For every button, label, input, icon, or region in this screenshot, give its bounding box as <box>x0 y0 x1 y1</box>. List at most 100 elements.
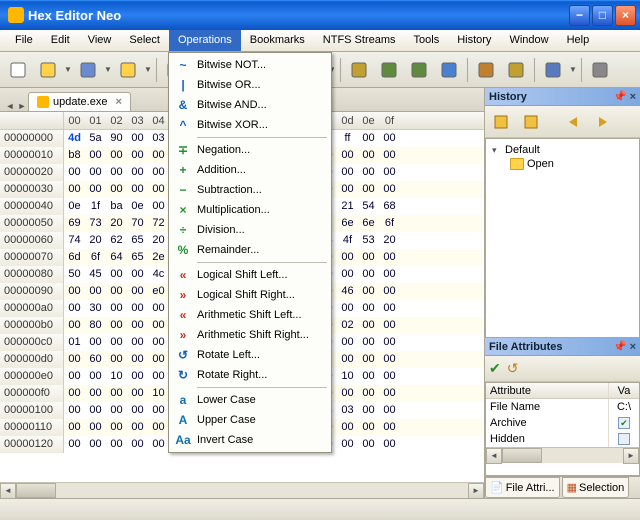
hex-byte[interactable]: b8 <box>64 147 85 164</box>
hex-byte[interactable]: 65 <box>127 232 148 249</box>
history-root[interactable]: ▾ Default <box>492 143 633 157</box>
hex-byte[interactable]: 00 <box>127 436 148 453</box>
hex-byte[interactable]: 00 <box>127 351 148 368</box>
hex-byte[interactable]: 00 <box>127 419 148 436</box>
hex-byte[interactable]: 00 <box>379 402 400 419</box>
new-button[interactable] <box>4 56 32 84</box>
encoding-button[interactable] <box>539 56 567 84</box>
hex-byte[interactable]: 00 <box>358 283 379 300</box>
hex-byte[interactable]: 00 <box>148 436 169 453</box>
history-undo-icon[interactable] <box>559 108 587 136</box>
scroll-right-button[interactable]: ► <box>623 448 639 464</box>
hex-byte[interactable]: 20 <box>148 232 169 249</box>
attribute-row[interactable]: Hidden <box>486 431 639 447</box>
hex-byte[interactable]: 00 <box>85 147 106 164</box>
fill-button[interactable] <box>502 56 530 84</box>
hex-byte[interactable]: 00 <box>337 164 358 181</box>
hex-byte[interactable]: 69 <box>64 215 85 232</box>
hex-byte[interactable]: 00 <box>127 283 148 300</box>
hex-byte[interactable]: 00 <box>64 300 85 317</box>
hex-byte[interactable]: 6f <box>85 249 106 266</box>
hex-byte[interactable]: 64 <box>106 249 127 266</box>
hex-byte[interactable]: 4c <box>148 266 169 283</box>
hex-byte[interactable]: 00 <box>148 147 169 164</box>
panel-close-icon[interactable]: × <box>630 91 636 103</box>
hex-byte[interactable]: 00 <box>85 334 106 351</box>
menu-item-bitwise-xor[interactable]: ^Bitwise XOR... <box>171 115 329 135</box>
menu-item-lower-case[interactable]: aLower Case <box>171 390 329 410</box>
file-tab-close[interactable]: × <box>115 96 121 108</box>
hex-byte[interactable]: 00 <box>106 181 127 198</box>
hex-byte[interactable]: 70 <box>127 215 148 232</box>
replace-button[interactable] <box>472 56 500 84</box>
scroll-thumb[interactable] <box>16 483 56 498</box>
hex-byte[interactable]: 01 <box>64 334 85 351</box>
menu-item-rotate-left[interactable]: ↺Rotate Left... <box>171 345 329 365</box>
menu-bookmarks[interactable]: Bookmarks <box>241 30 314 51</box>
hex-byte[interactable]: 10 <box>106 368 127 385</box>
hex-byte[interactable]: 00 <box>127 368 148 385</box>
hex-byte[interactable]: 00 <box>358 266 379 283</box>
hex-byte[interactable]: 00 <box>379 130 400 147</box>
menu-item-bitwise-or[interactable]: |Bitwise OR... <box>171 75 329 95</box>
hex-byte[interactable]: 20 <box>379 232 400 249</box>
hex-scrollbar-horizontal[interactable]: ◄ ► <box>0 482 484 498</box>
hex-byte[interactable]: 65 <box>127 249 148 266</box>
hex-byte[interactable]: 53 <box>358 232 379 249</box>
menu-item-multiplication[interactable]: ×Multiplication... <box>171 200 329 220</box>
find-next-button[interactable] <box>375 56 403 84</box>
hex-byte[interactable]: 6e <box>337 215 358 232</box>
menu-item-arithmetic-shift-right[interactable]: »Arithmetic Shift Right... <box>171 325 329 345</box>
hex-byte[interactable]: 00 <box>379 300 400 317</box>
history-item[interactable]: Open <box>492 157 633 171</box>
hex-byte[interactable]: 00 <box>148 419 169 436</box>
hex-byte[interactable]: 74 <box>64 232 85 249</box>
hex-byte[interactable]: 00 <box>64 419 85 436</box>
hex-byte[interactable]: 00 <box>358 130 379 147</box>
menu-item-logical-shift-left[interactable]: «Logical Shift Left... <box>171 265 329 285</box>
hex-byte[interactable]: 00 <box>358 334 379 351</box>
hex-byte[interactable]: 00 <box>106 385 127 402</box>
hex-byte[interactable]: 6e <box>358 215 379 232</box>
hex-byte[interactable]: 00 <box>106 266 127 283</box>
hex-byte[interactable]: 73 <box>85 215 106 232</box>
hex-byte[interactable]: 00 <box>358 317 379 334</box>
hex-byte[interactable]: 00 <box>379 351 400 368</box>
hex-byte[interactable]: 00 <box>337 334 358 351</box>
menu-item-addition[interactable]: +Addition... <box>171 160 329 180</box>
hex-byte[interactable]: 00 <box>358 436 379 453</box>
hex-byte[interactable]: 45 <box>85 266 106 283</box>
hex-byte[interactable]: 00 <box>64 368 85 385</box>
attr-scrollbar-horizontal[interactable]: ◄ ► <box>486 447 639 463</box>
hex-byte[interactable]: 00 <box>337 266 358 283</box>
hex-byte[interactable]: 00 <box>127 181 148 198</box>
file-tab[interactable]: update.exe × <box>28 92 131 111</box>
hex-byte[interactable]: 03 <box>337 402 358 419</box>
hex-byte[interactable]: 00 <box>127 147 148 164</box>
hex-byte[interactable]: 00 <box>127 164 148 181</box>
hex-byte[interactable]: 00 <box>337 436 358 453</box>
hex-byte[interactable]: 00 <box>127 385 148 402</box>
hex-byte[interactable]: 00 <box>127 402 148 419</box>
hex-byte[interactable]: 00 <box>127 334 148 351</box>
hex-byte[interactable]: 00 <box>358 402 379 419</box>
hex-byte[interactable]: 00 <box>106 283 127 300</box>
hex-byte[interactable]: 21 <box>337 198 358 215</box>
hex-byte[interactable]: 00 <box>358 147 379 164</box>
hex-byte[interactable]: 00 <box>379 436 400 453</box>
hex-byte[interactable]: 1f <box>85 198 106 215</box>
hex-byte[interactable]: 02 <box>337 317 358 334</box>
hex-byte[interactable]: 00 <box>148 402 169 419</box>
menu-edit[interactable]: Edit <box>42 30 79 51</box>
hex-byte[interactable]: 00 <box>337 351 358 368</box>
maximize-button[interactable]: □ <box>592 5 613 26</box>
save-button[interactable] <box>74 56 102 84</box>
hex-byte[interactable]: 00 <box>127 317 148 334</box>
hex-byte[interactable]: 6d <box>64 249 85 266</box>
open-button[interactable] <box>34 56 62 84</box>
checkbox[interactable]: ✔ <box>618 417 630 429</box>
menu-item-upper-case[interactable]: AUpper Case <box>171 410 329 430</box>
menu-item-remainder[interactable]: %Remainder... <box>171 240 329 260</box>
hex-byte[interactable]: 00 <box>358 368 379 385</box>
minimize-button[interactable]: − <box>569 5 590 26</box>
